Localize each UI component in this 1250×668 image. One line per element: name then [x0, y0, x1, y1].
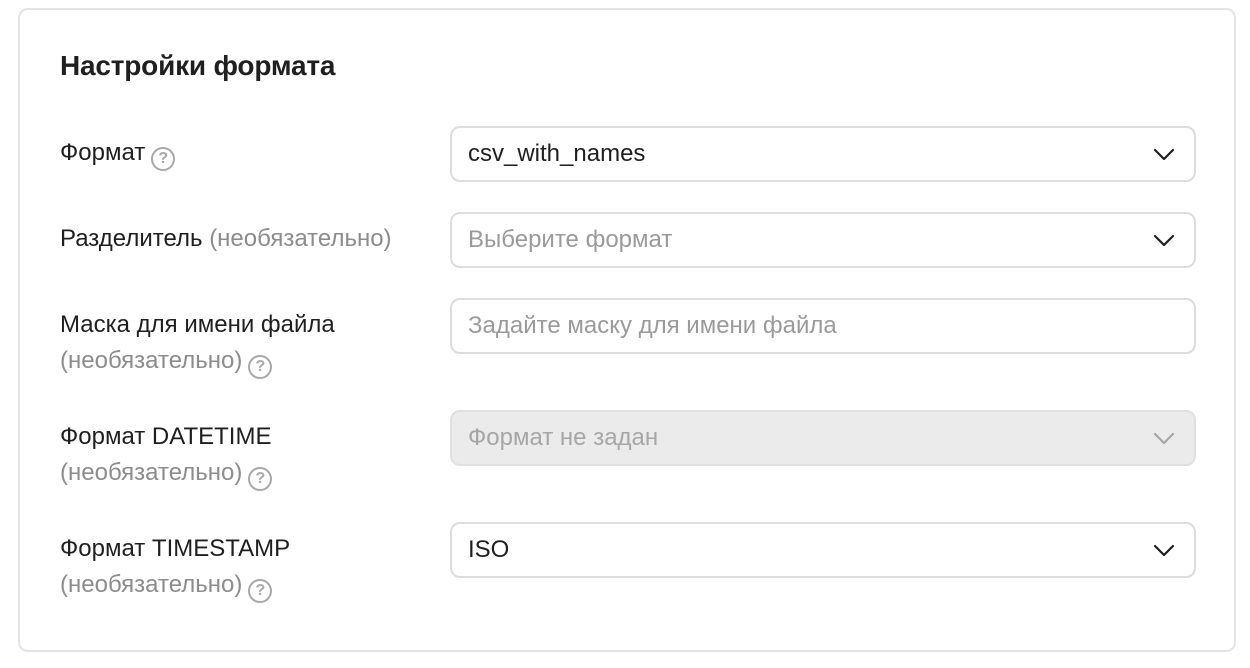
question-circle-icon[interactable]: ? — [151, 147, 176, 171]
question-circle-icon[interactable]: ? — [248, 579, 273, 603]
chevron-down-icon — [1153, 544, 1175, 557]
timestamp-format-optional-note: (необязательно) — [60, 571, 243, 598]
datetime-format-label-row: Формат DATETIME (необязательно)? — [60, 419, 440, 491]
timestamp-format-label-row: Формат TIMESTAMP (необязательно)? — [60, 531, 440, 603]
format-label-row: Формат? — [60, 135, 440, 171]
section-title: Настройки формата — [60, 50, 336, 81]
delimiter-label: Разделитель — [60, 225, 203, 252]
filename-mask-label: Маска для имени файла — [60, 311, 335, 338]
timestamp-format-select-value: ISO — [468, 536, 510, 563]
delimiter-select[interactable]: Выберите формат — [450, 212, 1196, 268]
filename-mask-field[interactable] — [450, 298, 1196, 354]
timestamp-format-select[interactable]: ISO — [450, 522, 1196, 578]
timestamp-format-label: Формат TIMESTAMP — [60, 535, 291, 562]
format-select-value: csv_with_names — [468, 140, 646, 167]
datetime-format-label: Формат DATETIME — [60, 423, 272, 450]
filename-mask-input[interactable] — [468, 300, 1168, 352]
delimiter-label-row: Разделитель (необязательно) — [60, 221, 440, 257]
filename-mask-optional-note: (необязательно) — [60, 347, 243, 374]
delimiter-optional-note: (необязательно) — [209, 225, 392, 252]
chevron-down-icon — [1153, 432, 1175, 445]
question-circle-icon[interactable]: ? — [248, 467, 273, 491]
datetime-format-select: Формат не задан — [450, 410, 1196, 466]
chevron-down-icon — [1153, 234, 1175, 247]
datetime-format-select-placeholder: Формат не задан — [468, 424, 659, 451]
format-select[interactable]: csv_with_names — [450, 126, 1196, 182]
format-label: Формат — [60, 139, 146, 166]
question-circle-icon[interactable]: ? — [248, 355, 273, 379]
delimiter-select-placeholder: Выберите формат — [468, 226, 673, 253]
datetime-format-optional-note: (необязательно) — [60, 459, 243, 486]
filename-mask-label-row: Маска для имени файла (необязательно)? — [60, 307, 440, 379]
chevron-down-icon — [1153, 148, 1175, 161]
